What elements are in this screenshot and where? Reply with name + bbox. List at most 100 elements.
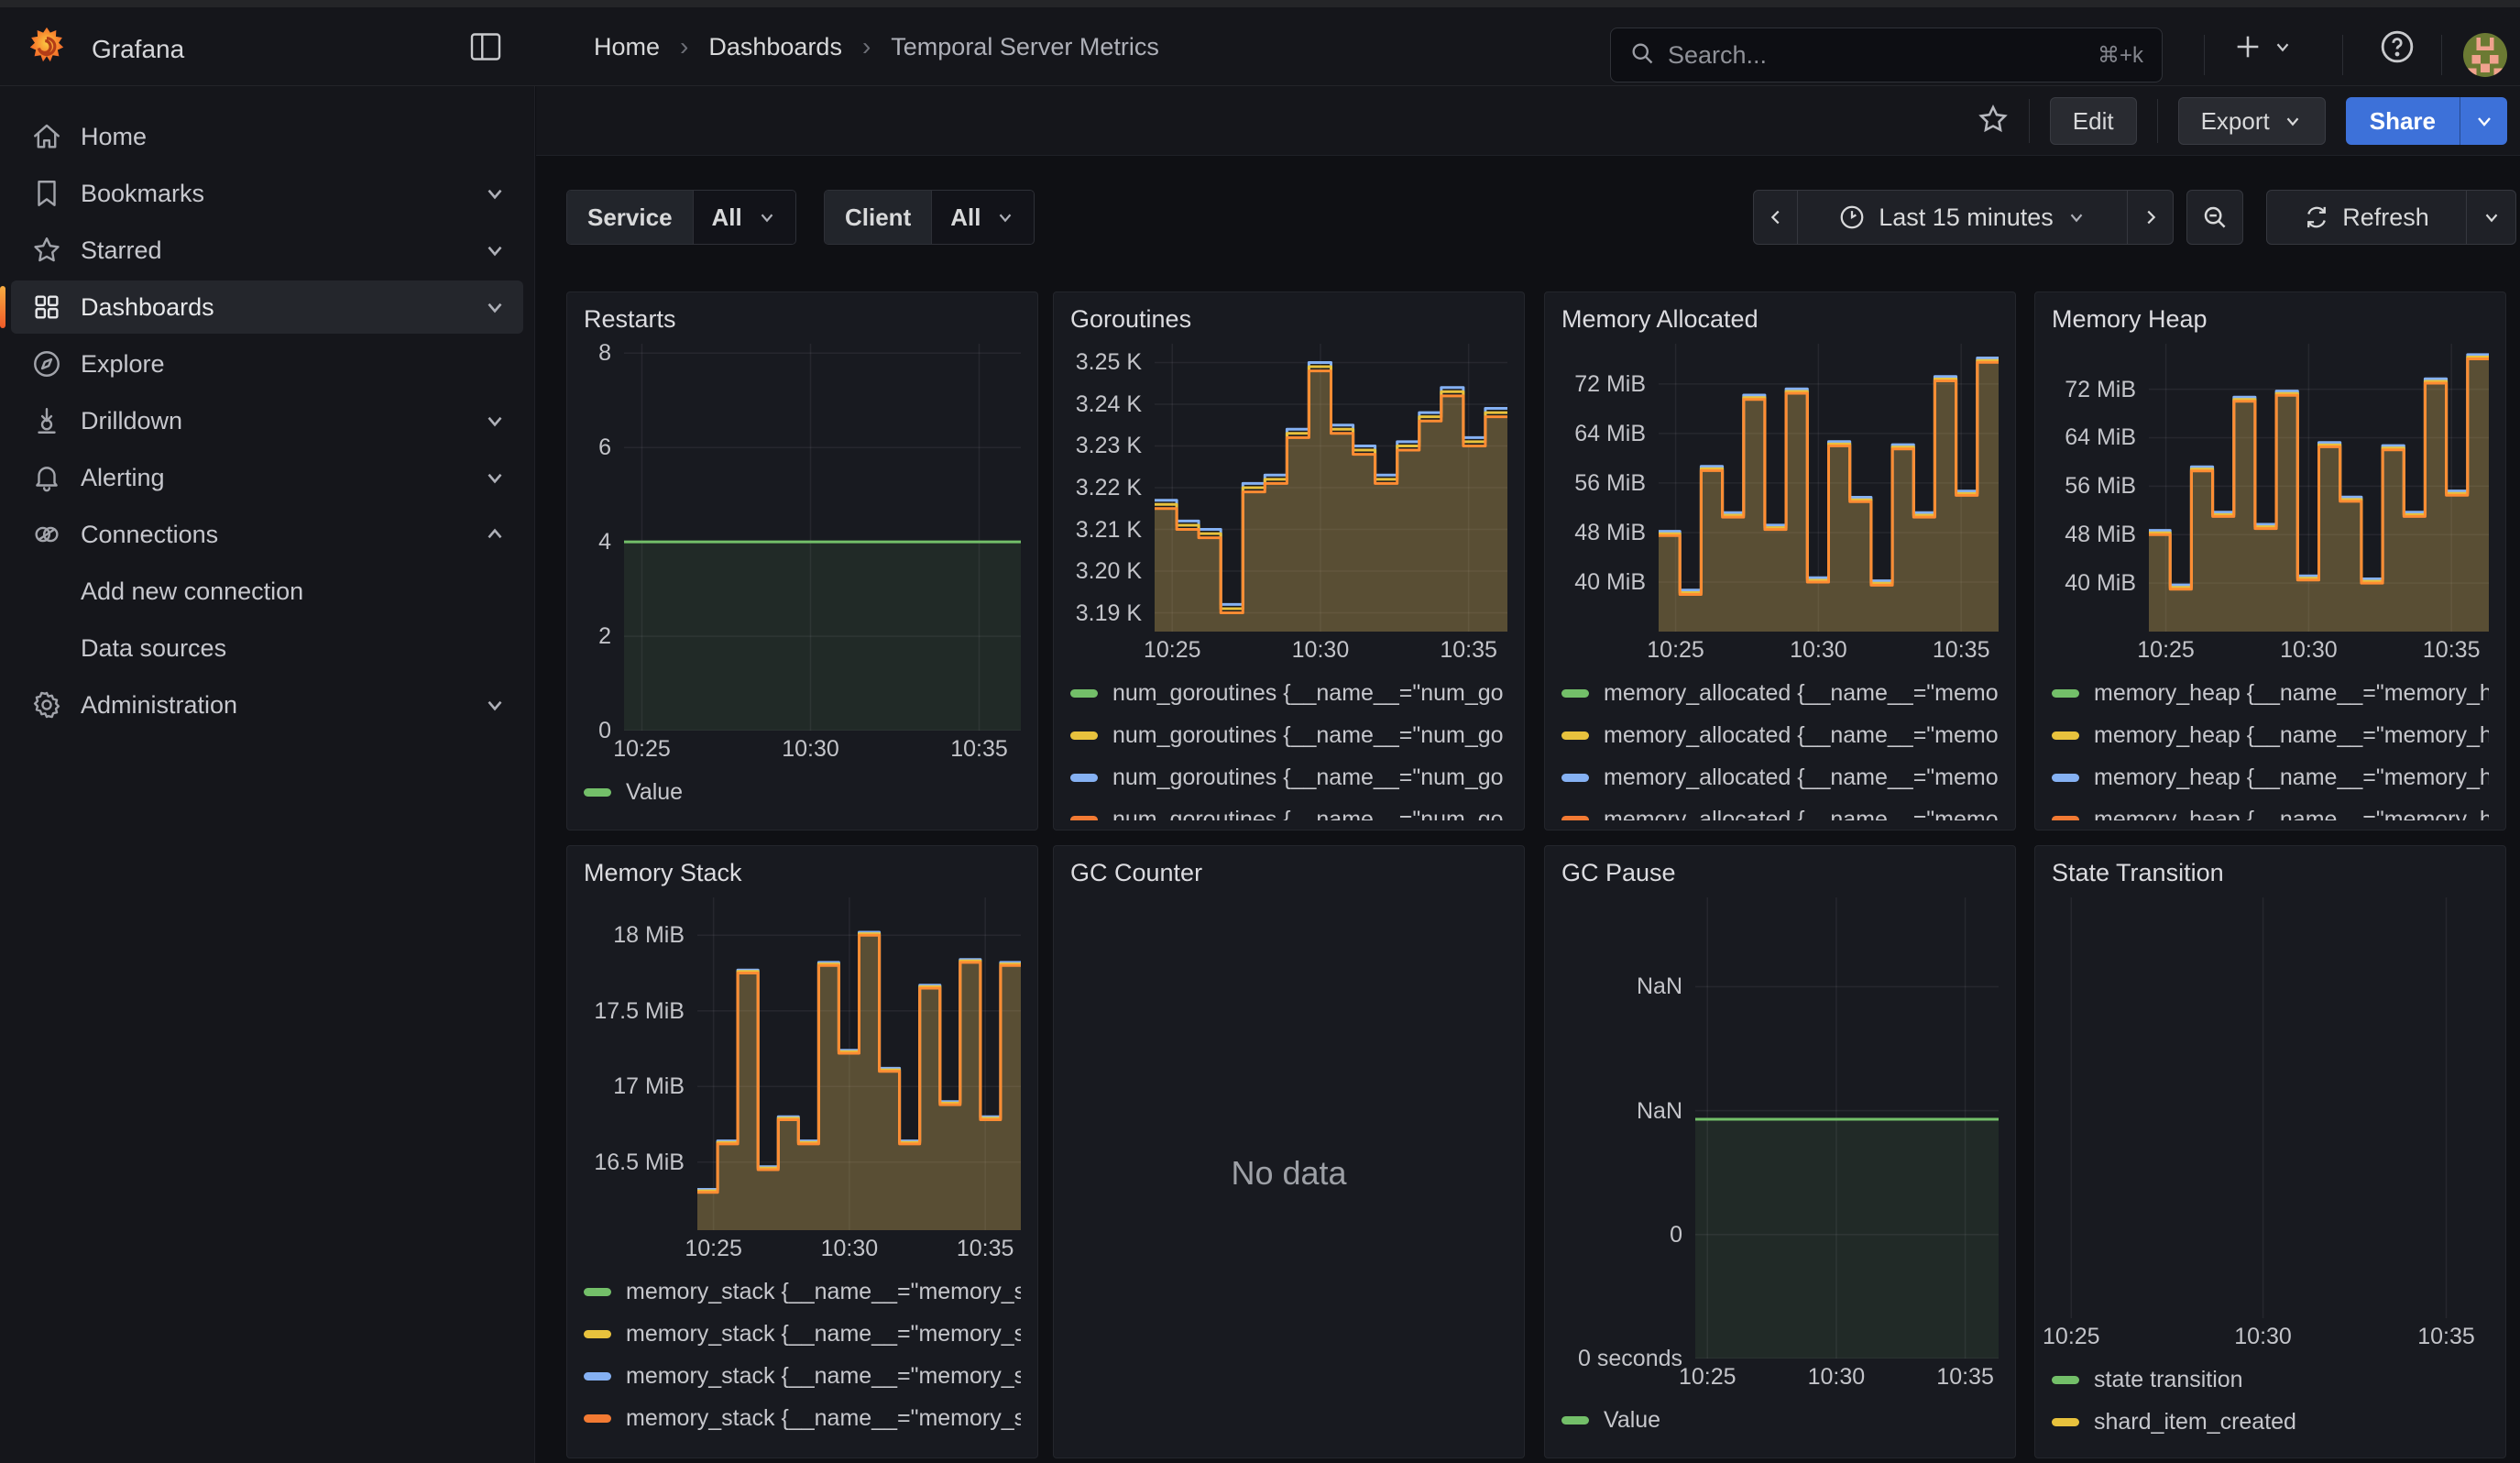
y-tick-label: 0 xyxy=(598,717,611,744)
legend-item[interactable]: memory_heap {__name__="memory_h xyxy=(2052,798,2489,820)
legend-item[interactable]: memory_heap {__name__="memory_h xyxy=(2052,714,2489,756)
star-icon[interactable] xyxy=(1978,104,2009,139)
gc-pause-chart: NaNNaN00 seconds 10:2510:3010:35 Value xyxy=(1561,897,1999,1448)
x-tick-label: 10:25 xyxy=(1144,637,1201,664)
chevron-down-icon[interactable] xyxy=(483,693,507,717)
chevron-down-icon[interactable] xyxy=(483,182,507,205)
sidebar-item-home[interactable]: Home xyxy=(11,110,523,163)
refresh-icon xyxy=(2304,204,2329,230)
legend-label: memory_stack {__name__="memory_s xyxy=(626,1363,1021,1390)
legend-item[interactable]: memory_stack {__name__="memory_s xyxy=(584,1270,1021,1313)
x-tick-label: 10:30 xyxy=(2234,1324,2292,1350)
refresh-interval-button[interactable] xyxy=(2467,190,2516,245)
sidebar-item-data-sources[interactable]: Data sources xyxy=(11,622,523,675)
legend-item[interactable]: memory_allocated {__name__="memo xyxy=(1561,714,1999,756)
add-button[interactable] xyxy=(2232,7,2293,86)
sidebar-item-add-new-connection[interactable]: Add new connection xyxy=(11,565,523,618)
breadcrumb-item[interactable]: Dashboards xyxy=(708,33,842,61)
chevron-down-icon[interactable] xyxy=(483,295,507,319)
legend-item[interactable]: memory_heap {__name__="memory_h xyxy=(2052,756,2489,798)
chevron-down-icon xyxy=(995,207,1015,227)
sidebar-item-dashboards[interactable]: Dashboards xyxy=(11,280,523,334)
export-button[interactable]: Export xyxy=(2178,97,2326,145)
x-axis: 10:2510:3010:35 xyxy=(1155,632,1507,666)
share-button[interactable]: Share xyxy=(2346,97,2460,145)
sidebar-item-label: Add new connection xyxy=(81,578,303,606)
sidebar-item-chevron[interactable] xyxy=(483,182,507,205)
panel-title[interactable]: Memory Stack xyxy=(584,859,1021,897)
brand[interactable]: Grafana xyxy=(26,26,184,72)
help-icon[interactable] xyxy=(2379,7,2416,86)
sidebar-item-chevron[interactable] xyxy=(483,409,507,433)
sidebar-item-chevron[interactable] xyxy=(483,693,507,717)
legend-item[interactable]: state transition xyxy=(2052,1358,2489,1401)
legend-item[interactable]: Value xyxy=(584,771,1021,813)
avatar[interactable] xyxy=(2463,33,2507,77)
sidebar-item-label: Data sources xyxy=(81,634,226,663)
legend-item[interactable]: memory_allocated {__name__="memo xyxy=(1561,756,1999,798)
y-tick-label: 8 xyxy=(598,339,611,367)
search-input[interactable] xyxy=(1668,41,2085,70)
legend-item[interactable]: num_goroutines {__name__="num_go xyxy=(1070,798,1507,820)
legend-item[interactable]: num_goroutines {__name__="num_go xyxy=(1070,672,1507,714)
chevron-down-icon[interactable] xyxy=(483,238,507,262)
plot-area xyxy=(2063,897,2489,1318)
legend-item[interactable]: memory_heap {__name__="memory_h xyxy=(2052,672,2489,714)
legend-item[interactable]: memory_stack {__name__="memory_s xyxy=(584,1397,1021,1439)
chevron-up-icon[interactable] xyxy=(483,522,507,546)
panel-title[interactable]: GC Pause xyxy=(1561,859,1999,897)
service-variable-value: All xyxy=(712,204,742,232)
legend-swatch xyxy=(584,1372,611,1380)
sidebar-item-label: Explore xyxy=(81,350,165,379)
legend-item[interactable]: memory_allocated {__name__="memo xyxy=(1561,798,1999,820)
main-area: Edit Export Share Service All Client xyxy=(536,86,2520,1463)
legend-item[interactable]: memory_stack {__name__="memory_s xyxy=(584,1313,1021,1355)
zoom-out-button[interactable] xyxy=(2186,190,2243,245)
sidebar-item-alerting[interactable]: Alerting xyxy=(11,451,523,504)
legend-item[interactable]: memory_stack {__name__="memory_s xyxy=(584,1355,1021,1397)
legend-item[interactable]: num_goroutines {__name__="num_go xyxy=(1070,714,1507,756)
legend-swatch xyxy=(1070,689,1098,698)
panel-title[interactable]: Memory Heap xyxy=(2052,305,2489,344)
legend-item[interactable]: memory_allocated {__name__="memo xyxy=(1561,672,1999,714)
breadcrumb-item[interactable]: Home xyxy=(594,33,660,61)
panel-title[interactable]: Memory Allocated xyxy=(1561,305,1999,344)
panel-title[interactable]: Goroutines xyxy=(1070,305,1507,344)
no-data-message: No data xyxy=(1070,897,1507,1448)
chevron-down-icon xyxy=(2473,110,2495,132)
sidebar-item-administration[interactable]: Administration xyxy=(11,678,523,732)
chevron-down-icon[interactable] xyxy=(483,466,507,490)
share-menu-button[interactable] xyxy=(2460,97,2507,145)
plot-area xyxy=(2149,344,2489,632)
edit-button[interactable]: Edit xyxy=(2050,97,2137,145)
client-variable-dropdown[interactable]: Client All xyxy=(824,190,1035,245)
sidebar-item-starred[interactable]: Starred xyxy=(11,224,523,277)
service-variable-dropdown[interactable]: Service All xyxy=(566,190,796,245)
panel-title[interactable]: Restarts xyxy=(584,305,1021,344)
sidebar-item-drilldown[interactable]: Drilldown xyxy=(11,394,523,447)
sidebar-item-chevron[interactable] xyxy=(483,238,507,262)
legend-swatch xyxy=(584,1414,611,1423)
sidebar-item-chevron[interactable] xyxy=(483,466,507,490)
y-axis: 3.25 K3.24 K3.23 K3.22 K3.21 K3.20 K3.19… xyxy=(1070,344,1155,632)
sidebar-item-chevron[interactable] xyxy=(483,295,507,319)
time-shift-forward-button[interactable] xyxy=(2128,190,2174,245)
chevron-down-icon xyxy=(2273,37,2293,57)
search-box[interactable]: ⌘+k xyxy=(1610,28,2163,82)
panel-title[interactable]: State Transition xyxy=(2052,859,2489,897)
legend-item[interactable]: Value xyxy=(1561,1399,1999,1441)
chevron-down-icon[interactable] xyxy=(483,409,507,433)
sidebar-item-chevron[interactable] xyxy=(483,522,507,546)
refresh-button[interactable]: Refresh xyxy=(2266,190,2467,245)
time-range-picker[interactable]: Last 15 minutes xyxy=(1798,190,2128,245)
time-shift-back-button[interactable] xyxy=(1753,190,1798,245)
sidebar-item-connections[interactable]: Connections xyxy=(11,508,523,561)
share-button-group[interactable]: Share xyxy=(2346,97,2507,145)
sidebar-item-bookmarks[interactable]: Bookmarks xyxy=(11,167,523,220)
legend-item[interactable]: shard_item_created xyxy=(2052,1401,2489,1443)
sidebar-item-explore[interactable]: Explore xyxy=(11,337,523,390)
panel-title[interactable]: GC Counter xyxy=(1070,859,1507,897)
legend-item[interactable]: num_goroutines {__name__="num_go xyxy=(1070,756,1507,798)
sidebar-toggle-icon[interactable] xyxy=(469,31,502,62)
zoom-out-icon xyxy=(2201,204,2229,231)
